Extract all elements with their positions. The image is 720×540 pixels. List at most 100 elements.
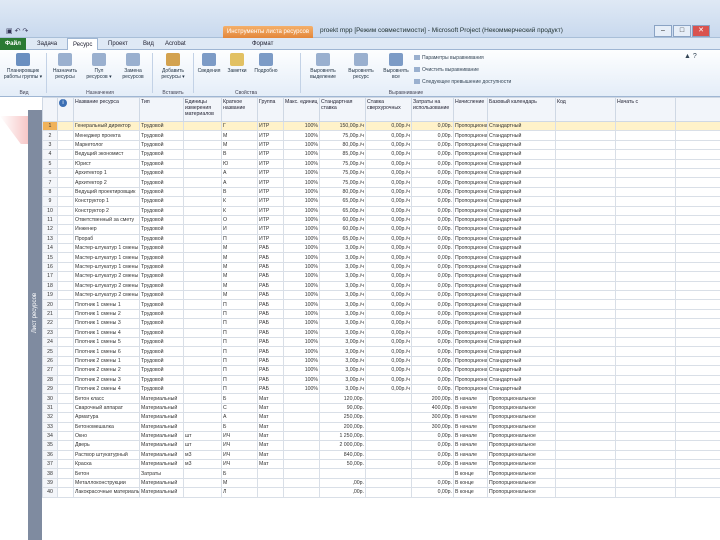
cell-start[interactable] — [615, 139, 676, 151]
cell-base-calendar[interactable]: Стандартный — [487, 167, 556, 179]
cell-base-calendar[interactable]: Пропорциональное — [487, 402, 556, 414]
cell-cost-per-use[interactable]: 0,00р. — [411, 186, 454, 198]
cell-max-units[interactable]: 100% — [283, 261, 320, 273]
cell-std-rate[interactable]: 3,00р./ч — [319, 336, 366, 348]
cell-accrue[interactable]: В начале — [453, 412, 488, 423]
cell-std-rate[interactable]: 3,00р./ч — [319, 290, 366, 301]
cell-ovt-rate[interactable] — [365, 440, 412, 451]
cell-cost-per-use[interactable]: 300,00р. — [411, 421, 454, 432]
cell-accrue[interactable]: Пропорциональное — [453, 271, 488, 282]
cell-cost-per-use[interactable]: 0,00р. — [411, 214, 454, 226]
cell-accrue[interactable]: Пропорциональное — [453, 346, 488, 357]
cell-base-calendar[interactable]: Стандартный — [487, 299, 556, 310]
cell-base-calendar[interactable]: Стандартный — [487, 205, 556, 216]
cell-base-calendar[interactable]: Стандартный — [487, 214, 556, 226]
resource-pool-button[interactable]: Пул ресурсов ▾ — [84, 53, 114, 80]
cell-material-units[interactable] — [183, 130, 222, 141]
cell-id[interactable]: 35 — [42, 440, 58, 451]
level-all-button[interactable]: Выровнять все — [382, 53, 410, 80]
cell-max-units[interactable]: 100% — [283, 290, 320, 301]
cell-code[interactable] — [555, 308, 616, 320]
cell-group[interactable]: Мат — [257, 393, 284, 404]
column-header-base-calendar[interactable]: Базовый календарь — [487, 97, 556, 122]
cell-base-calendar[interactable]: Стандартный — [487, 139, 556, 151]
cell-spare[interactable] — [675, 365, 720, 376]
cell-type[interactable]: Трудовой — [139, 355, 184, 367]
cell-type[interactable]: Трудовой — [139, 167, 184, 179]
cell-code[interactable] — [555, 186, 616, 198]
cell-max-units[interactable] — [283, 421, 320, 432]
cell-spare[interactable] — [675, 412, 720, 423]
cell-name[interactable]: Генеральный директор — [73, 120, 140, 132]
cell-max-units[interactable]: 100% — [283, 167, 320, 179]
cell-material-units[interactable] — [183, 252, 222, 263]
cell-base-calendar[interactable]: Пропорциональное — [487, 477, 556, 489]
cell-ovt-rate[interactable]: 0,00р./ч — [365, 280, 412, 292]
cell-cost-per-use[interactable]: 0,00р. — [411, 487, 454, 498]
cell-material-units[interactable] — [183, 393, 222, 404]
cell-cost-per-use[interactable]: 0,00р. — [411, 130, 454, 141]
cell-name[interactable]: Ведущий проектировщик — [73, 186, 140, 198]
cell-accrue[interactable]: Пропорциональное — [453, 186, 488, 198]
cell-std-rate[interactable]: 250,00р. — [319, 412, 366, 423]
cell-type[interactable]: Трудовой — [139, 308, 184, 320]
cell-std-rate[interactable]: 75,00р./ч — [319, 167, 366, 179]
cell-max-units[interactable]: 100% — [283, 280, 320, 292]
table-row[interactable]: 39 Металлоконструкции Материальный М ,00р. 0,… — [42, 477, 720, 489]
quick-access-toolbar[interactable]: ▣ ↶ ↷ — [6, 27, 28, 37]
cell-material-units[interactable] — [183, 487, 222, 498]
cell-name[interactable]: Плотник 2 смены 4 — [73, 383, 140, 395]
cell-accrue[interactable]: Пропорциональное — [453, 139, 488, 151]
cell-start[interactable] — [615, 477, 676, 489]
cell-ovt-rate[interactable]: 0,00р./ч — [365, 290, 412, 301]
cell-id[interactable]: 10 — [42, 205, 58, 216]
cell-material-units[interactable] — [183, 299, 222, 310]
cell-spare[interactable] — [675, 290, 720, 301]
cell-start[interactable] — [615, 186, 676, 198]
cell-cost-per-use[interactable]: 0,00р. — [411, 205, 454, 216]
cell-ovt-rate[interactable] — [365, 468, 412, 479]
table-row[interactable]: 36 Раствор штукатурный Материальный м3 ИЧ Мат… — [42, 449, 720, 461]
cell-spare[interactable] — [675, 224, 720, 235]
cell-max-units[interactable]: 100% — [283, 186, 320, 198]
table-row[interactable]: 37 Краска Материальный м3 ИЧ Мат 50,00р. 0,00р.… — [42, 459, 720, 470]
cell-group[interactable]: ИТР — [257, 186, 284, 198]
cell-accrue[interactable]: В конце — [453, 468, 488, 479]
cell-id[interactable]: 7 — [42, 177, 58, 188]
cell-max-units[interactable]: 100% — [283, 205, 320, 216]
cell-group[interactable]: РАБ — [257, 336, 284, 348]
cell-initials[interactable]: Б — [221, 421, 258, 432]
cell-code[interactable] — [555, 280, 616, 292]
cell-initials[interactable]: П — [221, 346, 258, 357]
cell-ovt-rate[interactable]: 0,00р./ч — [365, 149, 412, 160]
table-row[interactable]: 23 Плотник 1 смены 4 Трудовой П РАБ 100% 3,00р… — [42, 327, 720, 339]
cell-code[interactable] — [555, 158, 616, 169]
cell-cost-per-use[interactable]: 0,00р. — [411, 158, 454, 169]
cell-std-rate[interactable]: 3,00р./ч — [319, 299, 366, 310]
table-row[interactable]: 22 Плотник 1 смены 3 Трудовой П РАБ 100% 3,00р… — [42, 318, 720, 329]
cell-cost-per-use[interactable]: 0,00р. — [411, 196, 454, 207]
cell-cost-per-use[interactable]: 0,00р. — [411, 177, 454, 188]
cell-accrue[interactable]: Пропорциональное — [453, 327, 488, 339]
cell-name[interactable]: Плотник 1 смены 4 — [73, 327, 140, 339]
cell-start[interactable] — [615, 393, 676, 404]
cell-ovt-rate[interactable] — [365, 402, 412, 414]
cell-max-units[interactable] — [283, 393, 320, 404]
cell-std-rate[interactable]: 840,00р. — [319, 449, 366, 461]
cell-ovt-rate[interactable] — [365, 487, 412, 498]
cell-accrue[interactable]: В начале — [453, 440, 488, 451]
cell-name[interactable]: Прораб — [73, 233, 140, 245]
cell-std-rate[interactable]: 65,00р./ч — [319, 205, 366, 216]
cell-name[interactable]: Маркетолог — [73, 139, 140, 151]
cell-accrue[interactable]: Пропорциональное — [453, 318, 488, 329]
cell-std-rate[interactable]: 80,00р./ч — [319, 186, 366, 198]
cell-material-units[interactable] — [183, 149, 222, 160]
table-row[interactable]: 18 Мастер-штукатур 2 смены Трудовой М РАБ 100… — [42, 280, 720, 292]
cell-max-units[interactable]: 100% — [283, 318, 320, 329]
cell-initials[interactable]: М — [221, 130, 258, 141]
cell-code[interactable] — [555, 233, 616, 245]
cell-ovt-rate[interactable] — [365, 477, 412, 489]
cell-type[interactable]: Материальный — [139, 440, 184, 451]
cell-type[interactable]: Трудовой — [139, 186, 184, 198]
cell-id[interactable]: 17 — [42, 271, 58, 282]
